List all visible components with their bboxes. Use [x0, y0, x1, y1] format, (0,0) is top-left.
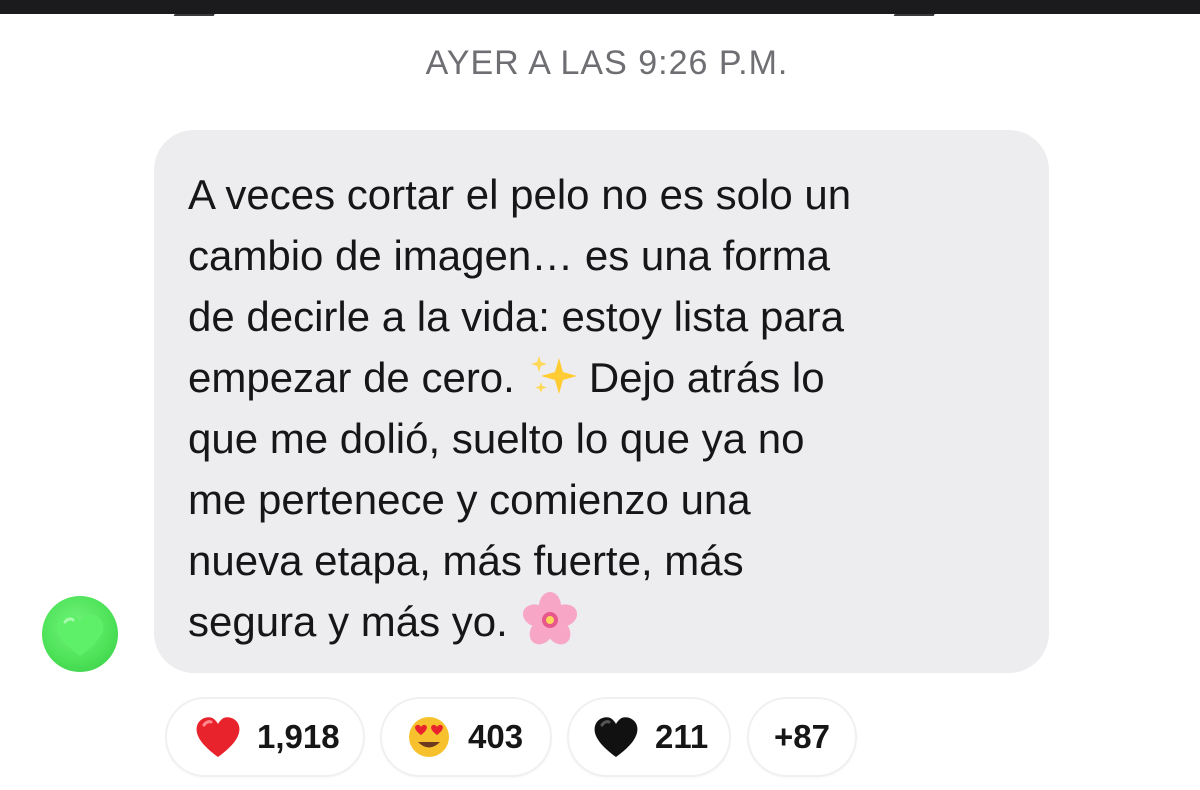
message-line: Dejo atrás lo — [588, 354, 825, 401]
message-line: de decirle a la vida: estoy lista para — [188, 293, 845, 340]
sender-avatar[interactable] — [42, 596, 118, 672]
message-line-with-emoji: empezar de cero. Dejo atrás lo — [188, 347, 1019, 408]
message-timestamp: AYER A LAS 9:26 P.M. — [425, 44, 789, 82]
decor-line — [893, 0, 947, 16]
message-line: A veces cortar el pelo no es solo un — [188, 171, 852, 218]
sparkles-icon — [530, 356, 577, 394]
message-line: cambio de imagen… es una forma — [188, 232, 830, 279]
reaction-count: 211 — [655, 718, 709, 755]
message-line: segura y más yo. — [188, 598, 508, 645]
black-heart-icon — [594, 717, 638, 757]
message-line-with-emoji: segura y más yo. — [188, 591, 1019, 652]
more-reactions-button[interactable]: +87 — [747, 697, 857, 777]
more-reactions-count: +87 — [774, 718, 830, 755]
message-line: empezar de cero. — [188, 354, 515, 401]
green-heart-icon — [56, 614, 104, 656]
reaction-red-heart[interactable]: 1,918 — [165, 697, 365, 777]
reaction-count: 1,918 — [257, 718, 340, 755]
message-line: que me dolió, suelto lo que ya no — [188, 415, 805, 462]
top-edge-strip — [0, 0, 1200, 16]
decor-line — [173, 0, 227, 16]
reaction-heart-eyes[interactable]: 403 — [380, 697, 552, 777]
red-heart-icon — [196, 717, 240, 757]
reaction-count: 403 — [468, 718, 524, 755]
message-line: nueva etapa, más fuerte, más — [188, 537, 744, 584]
message-line: me pertenece y comienzo una — [188, 476, 751, 523]
heart-eyes-face-icon — [409, 717, 449, 757]
cherry-blossom-icon — [522, 592, 577, 645]
reaction-black-heart[interactable]: 211 — [567, 697, 731, 777]
message-bubble[interactable]: A veces cortar el pelo no es solo un cam… — [154, 130, 1049, 673]
